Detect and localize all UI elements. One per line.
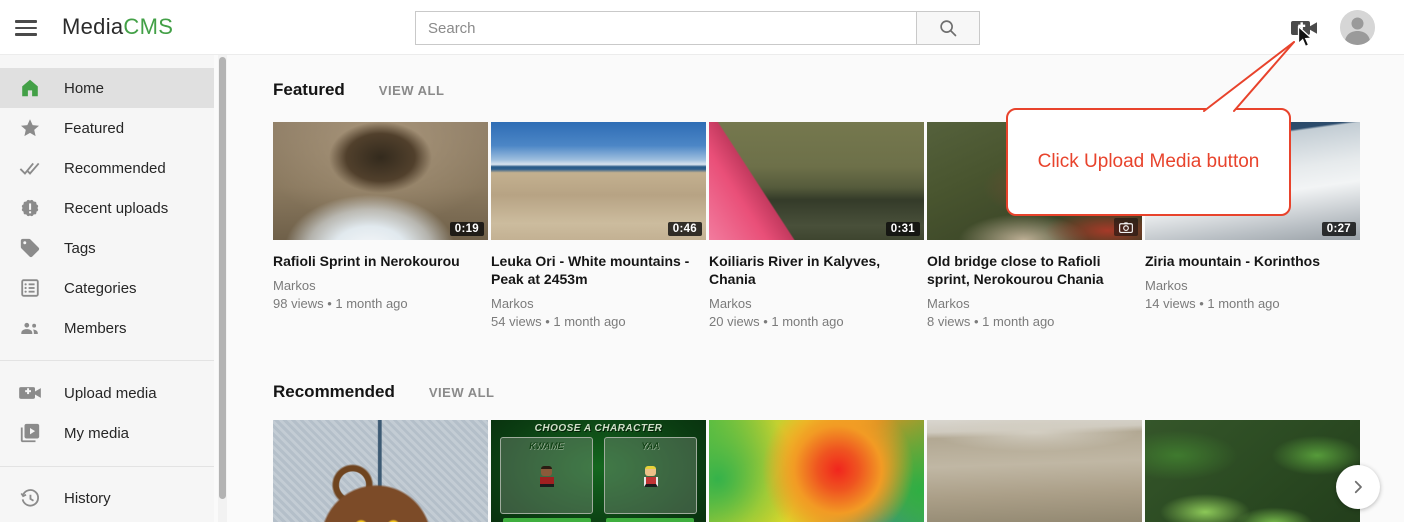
media-title-link[interactable]: Leuka Ori - White mountains - Peak at 24… xyxy=(491,252,706,288)
camera-badge xyxy=(1114,218,1138,236)
video-thumbnail[interactable] xyxy=(709,420,924,522)
person-icon xyxy=(1340,10,1375,45)
sidebar-item-label: My media xyxy=(64,425,129,442)
chevron-right-icon xyxy=(1349,478,1367,496)
carousel-next-button[interactable] xyxy=(1336,465,1380,509)
callout-text: Click Upload Media button xyxy=(1038,151,1260,173)
people-icon xyxy=(18,316,42,340)
featured-view-all-link[interactable]: VIEW ALL xyxy=(379,83,445,98)
media-title-link[interactable]: Ziria mountain - Korinthos xyxy=(1145,252,1360,270)
list-alt-icon xyxy=(18,276,42,300)
camera-icon xyxy=(1119,222,1133,233)
media-title-link[interactable]: Old bridge close to Rafioli sprint, Nero… xyxy=(927,252,1142,288)
sidebar-item-featured[interactable]: Featured xyxy=(0,108,214,148)
media-card: 0:19 Rafioli Sprint in Nerokourou Markos… xyxy=(273,122,488,327)
duration-badge: 0:46 xyxy=(668,222,702,236)
sidebar-item-recent-uploads[interactable]: Recent uploads xyxy=(0,188,214,228)
game-character-panel: KWAME xyxy=(500,437,593,514)
logo-part-cms: CMS xyxy=(123,14,173,39)
sidebar-item-label: Recommended xyxy=(64,160,166,177)
user-avatar[interactable] xyxy=(1340,10,1375,45)
sidebar-item-label: Recent uploads xyxy=(64,200,168,217)
app-logo[interactable]: MediaCMS xyxy=(62,14,173,40)
game-title-text: CHOOSE A CHARACTER xyxy=(491,423,706,434)
sidebar-item-label: Upload media xyxy=(64,385,157,402)
game-character-panel: YAA xyxy=(604,437,697,514)
duration-badge: 0:27 xyxy=(1322,222,1356,236)
video-thumbnail[interactable] xyxy=(927,420,1142,522)
sidebar-divider xyxy=(0,466,214,467)
sidebar-scrollbar xyxy=(218,55,227,522)
video-thumbnail[interactable] xyxy=(1145,420,1360,522)
sidebar-divider xyxy=(0,360,214,361)
sidebar-item-label: History xyxy=(64,490,111,507)
media-title-link[interactable]: Koiliaris River in Kalyves, Chania xyxy=(709,252,924,288)
recommended-view-all-link[interactable]: VIEW ALL xyxy=(429,385,495,400)
game-character-name: KWAME xyxy=(501,441,592,451)
video-thumbnail[interactable]: CHOOSE A CHARACTER KWAME YAA Selected Se… xyxy=(491,420,706,522)
game-select-button: Select xyxy=(606,518,694,522)
media-meta: 98 views • 1 month ago xyxy=(273,294,488,313)
duration-badge: 0:31 xyxy=(886,222,920,236)
featured-heading: Featured xyxy=(273,80,345,100)
video-thumbnail[interactable] xyxy=(273,420,488,522)
recommended-cards-row: CHOOSE A CHARACTER KWAME YAA Selected Se… xyxy=(228,420,1404,522)
recommended-section: Recommended VIEW ALL CHOOSE A CHARACTER … xyxy=(228,382,1404,522)
sidebar-item-label: Categories xyxy=(64,280,137,297)
upload-media-button[interactable] xyxy=(1290,16,1318,40)
double-check-icon xyxy=(18,156,42,180)
sidebar-item-my-media[interactable]: My media xyxy=(0,413,214,453)
tag-icon xyxy=(18,236,42,260)
sidebar-item-recommended[interactable]: Recommended xyxy=(0,148,214,188)
sidebar-item-tags[interactable]: Tags xyxy=(0,228,214,268)
home-icon xyxy=(18,76,42,100)
media-card: 0:31 Koiliaris River in Kalyves, Chania … xyxy=(709,122,924,327)
media-meta: 54 views • 1 month ago xyxy=(491,312,706,331)
video-upload-icon xyxy=(1290,16,1318,40)
search-bar xyxy=(415,11,980,45)
hamburger-menu-icon[interactable] xyxy=(15,16,41,40)
game-character-sprite xyxy=(643,466,659,487)
search-icon xyxy=(937,17,959,39)
media-meta: 20 views • 1 month ago xyxy=(709,312,924,331)
star-icon xyxy=(18,116,42,140)
sidebar-item-history[interactable]: History xyxy=(0,478,214,518)
media-title-link[interactable]: Rafioli Sprint in Nerokourou xyxy=(273,252,488,270)
media-author: Markos xyxy=(491,295,706,312)
search-button[interactable] xyxy=(917,11,980,45)
sidebar-item-categories[interactable]: Categories xyxy=(0,268,214,308)
duration-badge: 0:19 xyxy=(450,222,484,236)
sidebar-item-home[interactable]: Home xyxy=(0,68,214,108)
game-character-name: YAA xyxy=(605,441,696,451)
new-releases-icon xyxy=(18,196,42,220)
media-author: Markos xyxy=(273,277,488,294)
sidebar-item-label: Members xyxy=(64,320,127,337)
media-card: 0:46 Leuka Ori - White mountains - Peak … xyxy=(491,122,706,327)
video-thumbnail[interactable]: 0:31 xyxy=(709,122,924,240)
top-bar: MediaCMS xyxy=(0,0,1404,55)
media-meta: 14 views • 1 month ago xyxy=(1145,294,1360,313)
logo-part-media: Media xyxy=(62,14,123,39)
sidebar-item-upload-media[interactable]: Upload media xyxy=(0,373,214,413)
media-author: Markos xyxy=(927,295,1142,312)
sidebar-item-label: Tags xyxy=(64,240,96,257)
game-selected-button: Selected xyxy=(503,518,591,522)
sidebar-scrollbar-thumb[interactable] xyxy=(219,57,226,499)
media-author: Markos xyxy=(1145,277,1360,294)
sidebar-item-label: Home xyxy=(64,80,104,97)
video-library-icon xyxy=(18,421,42,445)
search-input[interactable] xyxy=(415,11,917,45)
video-thumbnail[interactable]: 0:19 xyxy=(273,122,488,240)
video-thumbnail[interactable]: 0:46 xyxy=(491,122,706,240)
sidebar-item-members[interactable]: Members xyxy=(0,308,214,348)
sidebar: Home Featured Recommended R xyxy=(0,55,214,522)
video-call-icon xyxy=(18,381,42,405)
media-author: Markos xyxy=(709,295,924,312)
game-character-sprite xyxy=(539,466,555,487)
tutorial-callout: Click Upload Media button xyxy=(1006,108,1291,216)
media-meta: 8 views • 1 month ago xyxy=(927,312,1142,331)
sidebar-item-label: Featured xyxy=(64,120,124,137)
history-icon xyxy=(18,486,42,510)
recommended-heading: Recommended xyxy=(273,382,395,402)
